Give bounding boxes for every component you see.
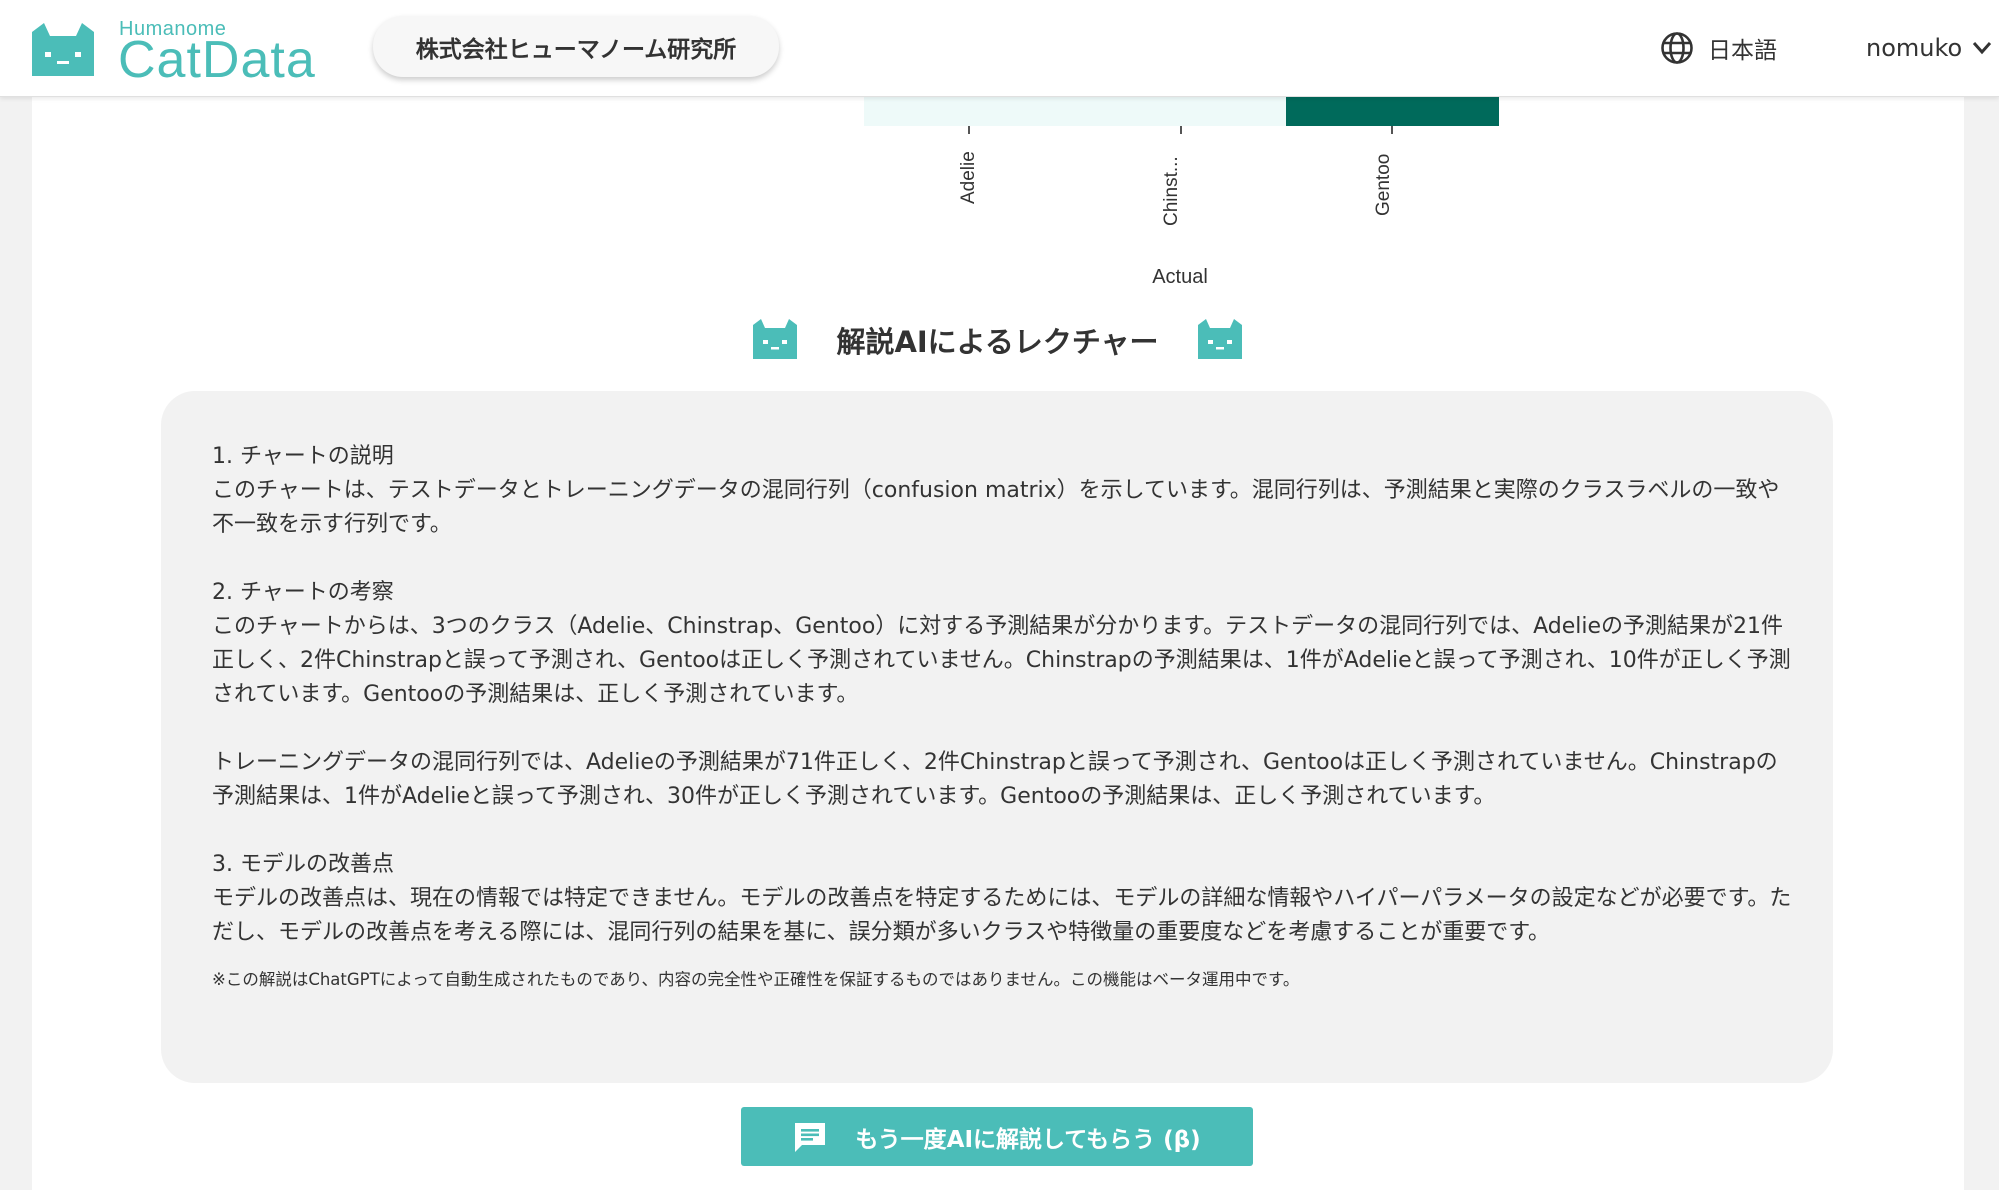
section-1-heading: 1. チャートの説明 [212, 444, 394, 469]
x-tick-label-gentoo: Gentoo [1373, 153, 1394, 216]
cm-cell-adelie [864, 97, 1076, 126]
username: nomuko [1866, 34, 1963, 62]
section-3-body: モデルの改善点は、現在の情報では特定できません。モデルの改善点を特定するためには… [212, 886, 1792, 945]
section-2-body-training: トレーニングデータの混同行列では、Adelieの予測結果が71件正しく、2件Ch… [212, 750, 1778, 809]
section-2-body: このチャートからは、3つのクラス（Adelie、Chinstrap、Gentoo… [212, 614, 1791, 707]
re-explain-label: もう一度AIに解説してもらう (β) [855, 1126, 1201, 1153]
x-tick-chinstrap [1180, 126, 1182, 134]
x-axis-title: Actual [1152, 266, 1208, 288]
section-2-heading: 2. チャートの考察 [212, 580, 394, 605]
lecture-card: 1. チャートの説明 このチャートは、テストデータとトレーニングデータの混同行列… [161, 391, 1833, 1083]
cat-face-icon [753, 319, 797, 359]
cm-cell-chinstrap [1076, 97, 1286, 126]
x-tick-label-adelie: Adelie [958, 151, 979, 204]
globe-icon [1661, 32, 1693, 64]
lecture-title: 解説AIによるレクチャー [836, 325, 1159, 359]
cm-cell-gentoo [1286, 97, 1499, 126]
lecture-heading: 解説AIによるレクチャー [750, 312, 1245, 368]
section-1-body: このチャートは、テストデータとトレーニングデータの混同行列（confusion … [212, 478, 1780, 537]
x-tick-adelie [968, 126, 970, 134]
re-explain-button[interactable]: もう一度AIに解説してもらう (β) [741, 1107, 1253, 1166]
x-tick-label-chinstrap: Chinst... [1161, 156, 1182, 226]
x-tick-gentoo [1391, 126, 1393, 134]
language-label: 日本語 [1708, 38, 1777, 64]
lecture-body: 1. チャートの説明 このチャートは、テストデータとトレーニングデータの混同行列… [212, 440, 1792, 992]
top-header: Humanome CatData 株式会社ヒューマノーム研究所 日本語 nomu… [0, 0, 1999, 97]
language-selector[interactable]: 日本語 [1660, 28, 1777, 68]
catdata-logo[interactable]: Humanome CatData [28, 18, 338, 89]
user-menu[interactable]: nomuko [1866, 28, 1992, 68]
cat-face-icon [1197, 319, 1242, 359]
cat-logo-icon [32, 23, 94, 76]
logo-title: CatData [118, 31, 316, 89]
disclaimer-note: ※この解説はChatGPTによって自動生成されたものであり、内容の完全性や正確性… [212, 970, 1300, 989]
company-badge[interactable]: 株式会社ヒューマノーム研究所 [373, 16, 779, 77]
chat-bubble-icon [795, 1122, 826, 1152]
chevron-down-icon [1973, 42, 1992, 55]
section-3-heading: 3. モデルの改善点 [212, 852, 394, 877]
